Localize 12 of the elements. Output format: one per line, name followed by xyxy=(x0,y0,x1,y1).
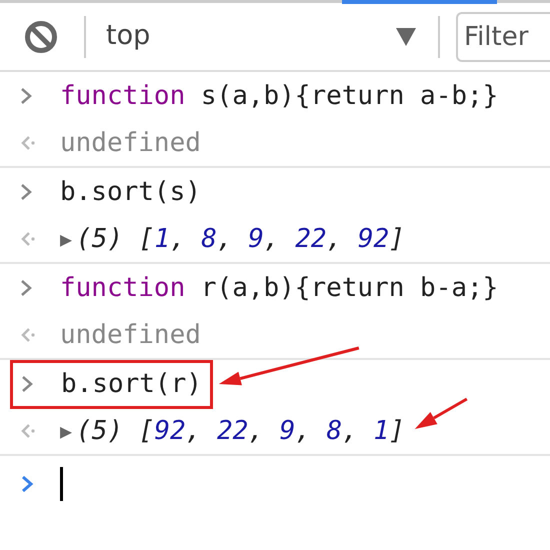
context-selector[interactable]: top xyxy=(106,16,396,57)
filter-field[interactable]: Filter xyxy=(456,12,550,62)
code-line: function s(a,b){return a-b;} xyxy=(60,80,498,112)
output-text: undefined xyxy=(60,126,201,160)
code-line: b.sort(r) xyxy=(61,368,202,400)
expand-toggle[interactable]: ▶ xyxy=(60,416,72,446)
expand-toggle[interactable]: ▶ xyxy=(60,224,72,254)
array-output: (5) [1, 8, 9, 22, 92] xyxy=(76,222,405,256)
output-text: undefined xyxy=(60,318,201,352)
array-output: (5) [92, 22, 9, 8, 1] xyxy=(76,414,405,448)
code-line: function r(a,b){return b-a;} xyxy=(60,272,498,304)
code-line: b.sort(s) xyxy=(60,176,201,208)
